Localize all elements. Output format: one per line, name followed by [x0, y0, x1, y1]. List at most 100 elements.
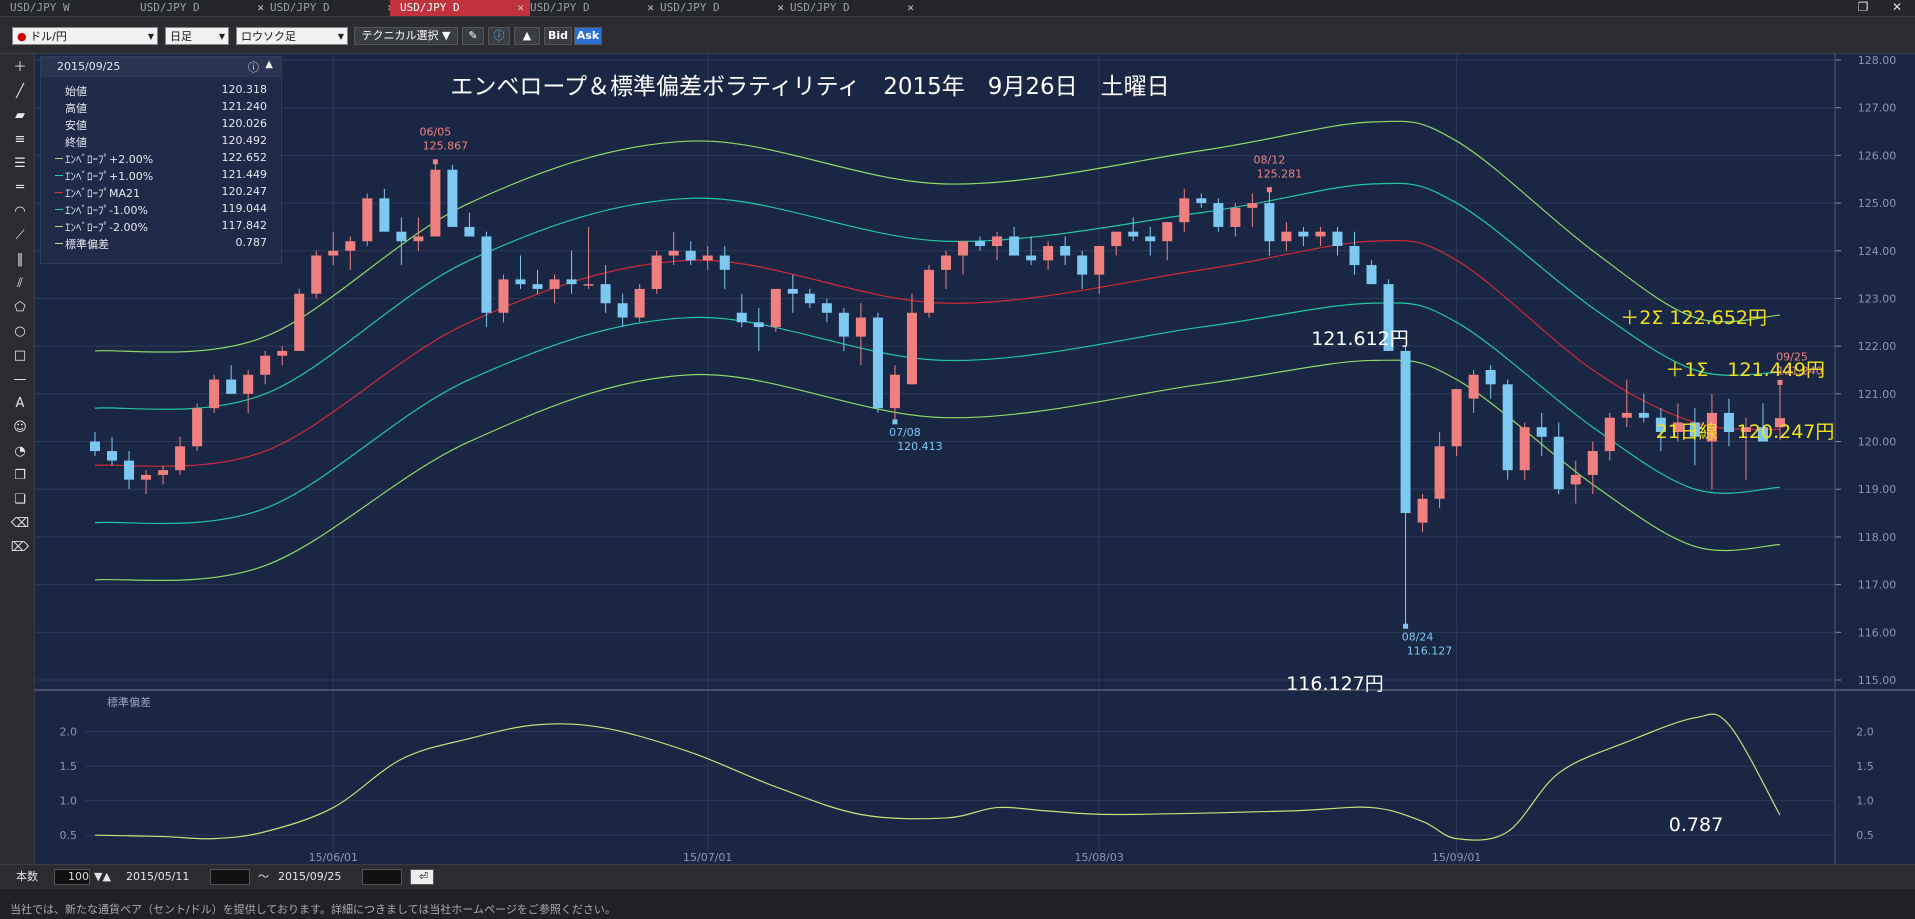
channel-icon[interactable]: ⫽	[10, 274, 30, 294]
high-price: 125.867	[423, 140, 469, 153]
spinner-icon[interactable]: ▼▲	[94, 869, 111, 885]
info-row-label: 終値	[65, 136, 87, 149]
candle-body	[1502, 384, 1513, 471]
close-window-icon[interactable]: ✕	[1890, 0, 1904, 14]
candle-body	[753, 322, 764, 328]
info-row-value: 119.044	[221, 202, 268, 215]
tab-6[interactable]: USD/JPY D ✕	[780, 0, 920, 16]
technical-select[interactable]: テクニカル選択 ▼	[354, 27, 458, 45]
rectangle-icon[interactable]: □	[10, 346, 30, 366]
magnet-icon[interactable]: ◔	[10, 442, 30, 462]
y-tick-label: 115.00	[1858, 674, 1897, 687]
tab-0[interactable]: USD/JPY W	[0, 0, 140, 16]
erase-all-icon[interactable]: ⌦	[10, 538, 30, 558]
sd-pane-label: 標準偏差	[107, 695, 151, 709]
high-price: 125.281	[1257, 168, 1303, 181]
from-time-input[interactable]	[210, 869, 250, 885]
tab-1[interactable]: USD/JPY D ✕	[130, 0, 270, 16]
sd-last-label: 0.787	[1669, 814, 1723, 836]
trendline-icon[interactable]: ╱	[10, 82, 30, 102]
count-input[interactable]: 100	[54, 869, 90, 885]
chart-area[interactable]: 128.00 127.00 126.00 125.00 124.00 123.00 122.…	[35, 54, 1915, 864]
y-tick-label: 123.00	[1858, 292, 1897, 305]
crosshair-icon[interactable]: ＋	[10, 58, 30, 78]
bid-button[interactable]: Bid	[544, 27, 572, 45]
text-icon[interactable]: A	[10, 394, 30, 414]
arc-icon[interactable]: ◠	[10, 202, 30, 222]
apply-icon[interactable]: ⏎	[410, 869, 434, 885]
info-row: 標準偏差 0.787	[55, 236, 268, 251]
candle-body	[1621, 412, 1632, 418]
circle-icon[interactable]: ○	[10, 322, 30, 342]
line-icon[interactable]: —	[10, 370, 30, 390]
eraser-icon[interactable]: ⌫	[10, 514, 30, 534]
chevron-down-icon: ▼	[218, 32, 225, 41]
vlines-icon[interactable]: ‖	[10, 250, 30, 270]
series-swatch	[55, 209, 63, 210]
info-row-value: 0.787	[235, 236, 268, 249]
tab-label: USD/JPY D	[530, 1, 590, 14]
status-text: 当社では、新たな通貨ペア（セント/ドル）を提供しております。詳細につきましては当…	[10, 903, 616, 916]
chevron-down-icon: ▼	[337, 32, 344, 41]
candle-body	[1298, 231, 1309, 237]
info-row-label: 始値	[65, 85, 87, 98]
candle-body	[515, 279, 526, 285]
series-swatch	[55, 226, 63, 227]
x-tick-label: 15/09/01	[1432, 851, 1481, 864]
info-row-label: 標準偏差	[65, 238, 109, 251]
sd-tick-label-right: 1.0	[1856, 795, 1874, 808]
candle-body	[685, 250, 696, 261]
candle-body	[1570, 474, 1581, 485]
sd-tick-label-left: 1.5	[60, 760, 78, 773]
chart-style-select[interactable]: ロウソク足 ▼	[236, 27, 348, 45]
sd-tick-label-right: 1.5	[1856, 760, 1874, 773]
candle-body	[1128, 231, 1139, 237]
smiley-icon[interactable]: ☺	[10, 418, 30, 438]
close-icon[interactable]: ✕	[907, 0, 914, 16]
info-icon[interactable]: ⓘ	[248, 59, 259, 75]
candle-body	[430, 169, 441, 237]
mountain-chart-icon[interactable]: ▲	[514, 27, 540, 45]
info-row-label: 高値	[65, 102, 87, 115]
paste-icon[interactable]: ❏	[10, 490, 30, 510]
candle-body	[668, 250, 679, 256]
restore-icon[interactable]: ❐	[1856, 0, 1870, 14]
info-row-value: 122.652	[221, 151, 268, 164]
tab-5[interactable]: USD/JPY D ✕	[650, 0, 790, 16]
to-time-input[interactable]	[362, 869, 402, 885]
candle-body	[1094, 246, 1105, 275]
tab-4[interactable]: USD/JPY D ✕	[520, 0, 660, 16]
chart-title: エンベロープ＆標準偏差ボラティリティ 2015年 9月26日 土曜日	[450, 74, 1169, 100]
info-row-value: 117.842	[221, 219, 268, 232]
low-date: 08/24	[1402, 630, 1434, 643]
hline-icon[interactable]: ≡	[10, 130, 30, 150]
fibonacci-icon[interactable]: ☰	[10, 154, 30, 174]
info-icon[interactable]: ⓘ	[488, 27, 510, 45]
hlines-icon[interactable]: ═	[10, 178, 30, 198]
tab-2[interactable]: USD/JPY D✕	[260, 0, 400, 16]
pentagon-icon[interactable]: ⬠	[10, 298, 30, 318]
pair-select[interactable]: ● ドル/円 ▼	[12, 27, 158, 45]
ask-button[interactable]: Ask	[574, 27, 602, 45]
fan-icon[interactable]: ⟋	[10, 226, 30, 246]
y-tick-label: 116.00	[1858, 626, 1897, 639]
timeframe-select[interactable]: 日足 ▼	[165, 27, 229, 45]
pen-icon[interactable]: ✎	[462, 27, 484, 45]
y-tick-label: 122.00	[1858, 340, 1897, 353]
candle-body	[1417, 498, 1428, 523]
candle-body	[481, 236, 492, 313]
info-row: ｴﾝﾍﾞﾛｰﾌﾟ+2.00% 122.652	[55, 151, 268, 166]
tab-3[interactable]: USD/JPY D ✕	[390, 0, 530, 16]
candle-body	[1111, 231, 1122, 246]
info-row: ｴﾝﾍﾞﾛｰﾌﾟMA21 120.247	[55, 185, 267, 200]
candle-body	[651, 255, 662, 289]
info-row-label: ｴﾝﾍﾞﾛｰﾌﾟ+1.00%	[65, 170, 154, 183]
ruler-icon[interactable]: ▰	[10, 106, 30, 126]
y-tick-label: 121.00	[1858, 388, 1897, 401]
candle-body	[975, 241, 986, 246]
collapse-icon[interactable]: ▲	[265, 59, 273, 70]
copy-icon[interactable]: ❐	[10, 466, 30, 486]
tab-label: USD/JPY D	[790, 1, 850, 14]
series-swatch	[55, 175, 63, 176]
tab-label: USD/JPY D	[400, 1, 460, 14]
